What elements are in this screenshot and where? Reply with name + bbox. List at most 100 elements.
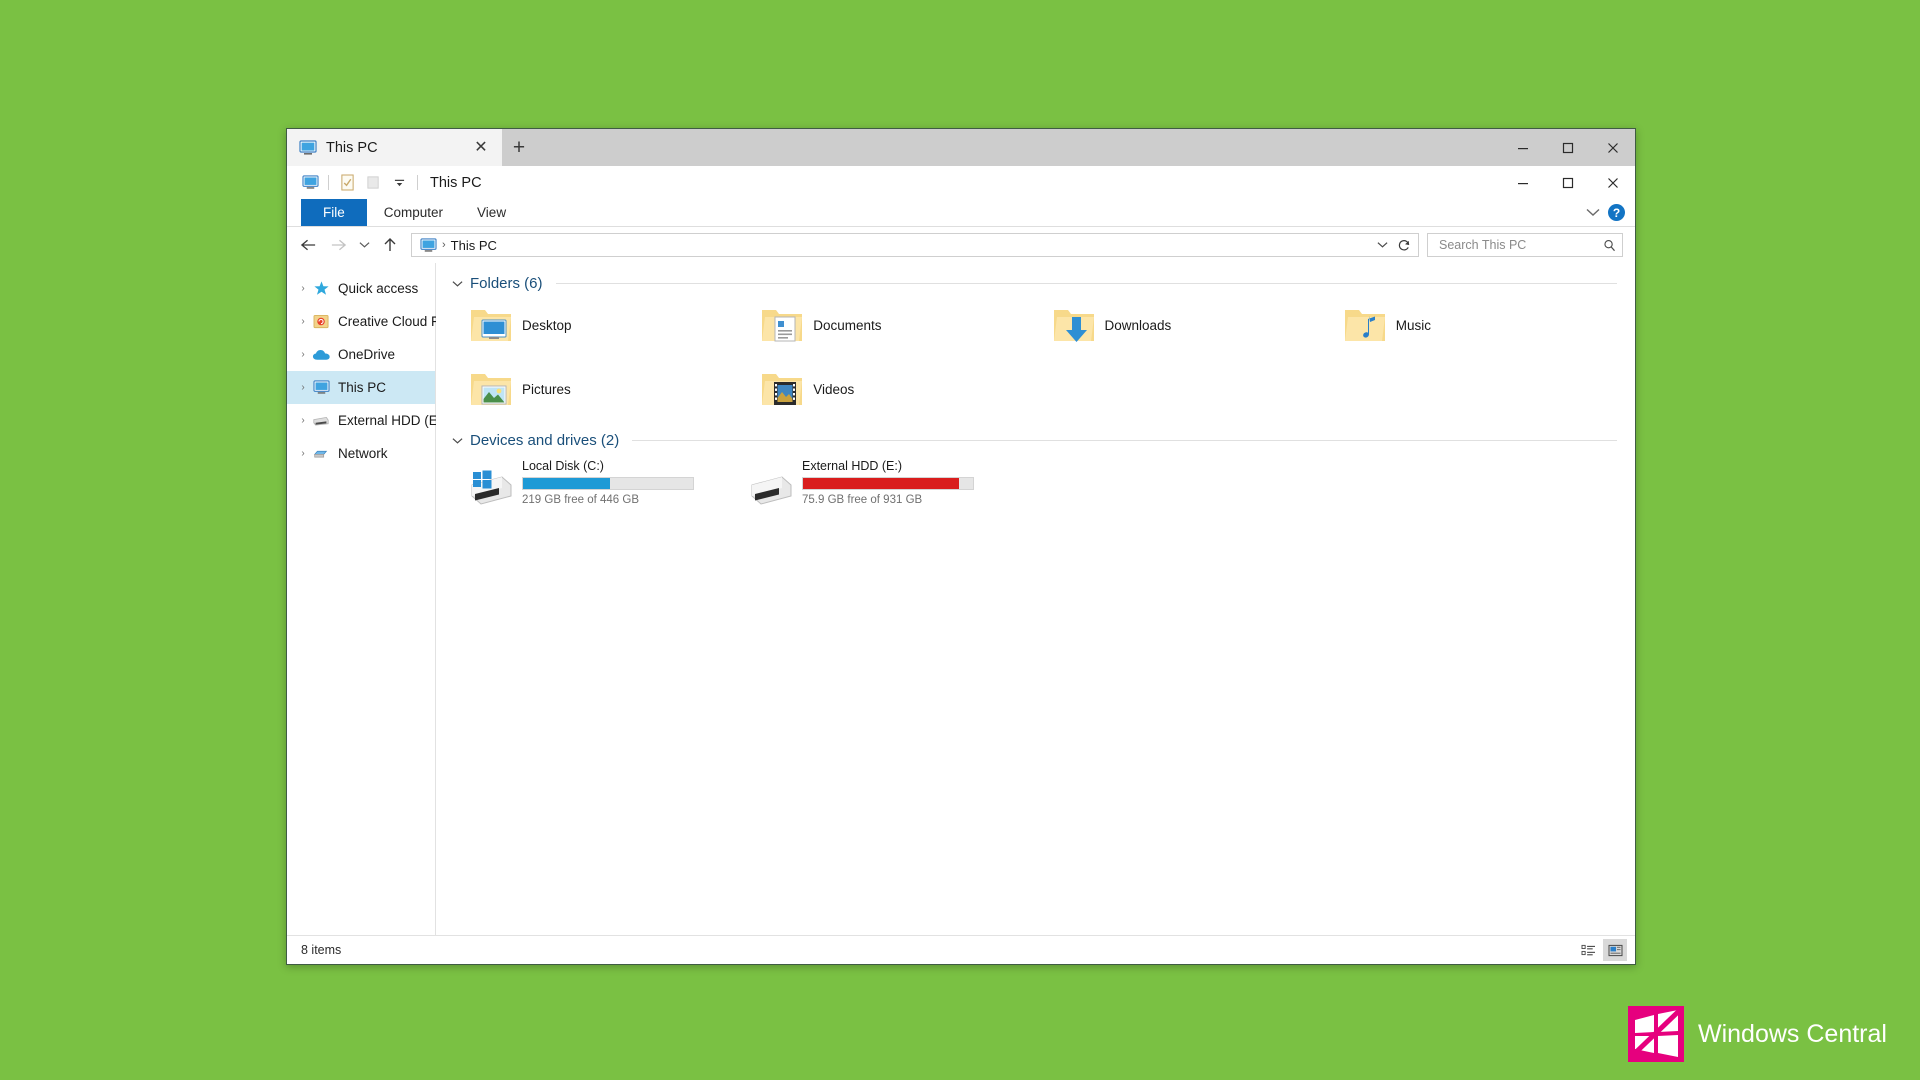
folder-label: Documents: [813, 317, 882, 333]
chevron-right-icon[interactable]: ›: [295, 283, 311, 294]
folders-group-title: Folders (6): [470, 275, 543, 292]
view-toggle-group: [1576, 939, 1627, 961]
explorer-body: › Quick access › Creative Cloud Files › …: [287, 263, 1635, 935]
sidebar-item-label: This PC: [338, 380, 387, 395]
explorer-window: This PC ✕ + This PC File Computer View ?…: [286, 128, 1636, 965]
forward-button[interactable]: [323, 230, 353, 260]
tabbar-maximize-button[interactable]: [1545, 129, 1590, 166]
tab-computer[interactable]: Computer: [367, 199, 460, 226]
drive-item-local-disk-c[interactable]: Local Disk (C:) 219 GB free of 446 GB: [452, 455, 732, 509]
folder-label: Music: [1395, 317, 1432, 333]
quick-access-toolbar: [297, 170, 423, 196]
folder-item-downloads[interactable]: Downloads: [1035, 296, 1326, 354]
chevron-right-icon[interactable]: ›: [295, 448, 311, 459]
breadcrumb-item-this-pc[interactable]: This PC: [451, 238, 497, 253]
sidebar-item-label: External HDD (E:): [338, 413, 447, 428]
breadcrumb-separator: ›: [442, 239, 446, 251]
this-pc-icon: [311, 379, 331, 397]
chevron-right-icon[interactable]: ›: [295, 349, 311, 360]
toolbar-divider-2: [417, 175, 418, 190]
tab-label: This PC: [326, 139, 378, 156]
details-view-icon[interactable]: [1576, 939, 1600, 961]
folder-label: Videos: [813, 381, 855, 397]
drive-usage-fill: [523, 478, 610, 489]
drive-usage-fill: [803, 478, 960, 489]
tab-strip: This PC ✕ +: [287, 129, 1635, 166]
tab-view[interactable]: View: [460, 199, 523, 226]
up-button[interactable]: [375, 230, 405, 260]
customize-dropdown-icon[interactable]: [386, 170, 412, 196]
watermark: Windows Central: [1628, 1006, 1887, 1062]
sidebar-item-this-pc[interactable]: › This PC: [287, 371, 435, 404]
chevron-down-icon[interactable]: [1586, 205, 1600, 220]
sidebar-item-network[interactable]: › Network: [287, 437, 435, 470]
folder-item-music[interactable]: Music: [1326, 296, 1617, 354]
chevron-right-icon[interactable]: ›: [295, 415, 311, 426]
search-box[interactable]: [1427, 233, 1623, 257]
watermark-text: Windows Central: [1698, 1019, 1887, 1048]
folder-music-icon: [1342, 304, 1388, 346]
back-button[interactable]: [293, 230, 323, 260]
folder-item-pictures[interactable]: Pictures: [452, 360, 743, 418]
search-input[interactable]: [1437, 237, 1603, 253]
sidebar-item-external-hdd[interactable]: › External HDD (E:): [287, 404, 446, 437]
onedrive-cloud-icon: [311, 346, 331, 364]
new-folder-icon[interactable]: [360, 170, 386, 196]
tabbar-close-button[interactable]: [1590, 129, 1635, 166]
sidebar-item-quick-access[interactable]: › Quick access: [287, 272, 435, 305]
tab-this-pc[interactable]: This PC ✕: [287, 129, 502, 166]
file-list-pane: Folders (6) Desktop Documents Downloads …: [436, 263, 1635, 935]
drives-group-title: Devices and drives (2): [470, 432, 620, 449]
chevron-right-icon[interactable]: ›: [295, 316, 311, 327]
sidebar-item-onedrive[interactable]: › OneDrive: [287, 338, 435, 371]
external-drive-icon: [746, 463, 796, 509]
tab-file[interactable]: File: [301, 199, 367, 226]
drive-info: External HDD (E:) 75.9 GB free of 931 GB: [802, 455, 974, 509]
group-divider: [555, 283, 1617, 284]
sidebar-item-label: OneDrive: [338, 347, 396, 362]
folder-documents-icon: [759, 304, 805, 346]
address-dropdown-icon[interactable]: [1371, 234, 1393, 256]
folder-videos-icon: [759, 368, 805, 410]
drive-item-external-hdd-e[interactable]: External HDD (E:) 75.9 GB free of 931 GB: [732, 455, 1012, 509]
maximize-button[interactable]: [1545, 166, 1590, 199]
folder-item-desktop[interactable]: Desktop: [452, 296, 743, 354]
refresh-icon[interactable]: [1393, 234, 1415, 256]
creative-cloud-icon: [311, 313, 331, 331]
this-pc-icon: [420, 237, 437, 253]
recent-locations-button[interactable]: [353, 230, 375, 260]
this-pc-icon[interactable]: [297, 170, 323, 196]
sidebar-item-creative-cloud-files[interactable]: › Creative Cloud Files: [287, 305, 459, 338]
folder-item-documents[interactable]: Documents: [743, 296, 1034, 354]
minimize-button[interactable]: [1500, 166, 1545, 199]
network-icon: [311, 445, 331, 463]
windows-central-logo-icon: [1628, 1006, 1684, 1062]
new-tab-button[interactable]: +: [502, 129, 536, 166]
address-bar[interactable]: › This PC: [411, 233, 1419, 257]
chevron-down-icon[interactable]: [452, 277, 463, 291]
large-icons-view-icon[interactable]: [1603, 939, 1627, 961]
hard-drive-icon: [311, 412, 331, 430]
folder-downloads-icon: [1051, 304, 1097, 346]
navigation-pane: › Quick access › Creative Cloud Files › …: [287, 263, 460, 935]
drives-group-header[interactable]: Devices and drives (2): [452, 432, 1617, 449]
drive-free-space: 75.9 GB free of 931 GB: [802, 494, 923, 506]
group-divider: [632, 440, 1617, 441]
folders-group-header[interactable]: Folders (6): [452, 275, 1617, 292]
ribbon-right-controls: ?: [1586, 199, 1635, 226]
folder-desktop-icon: [468, 304, 514, 346]
folder-item-videos[interactable]: Videos: [743, 360, 1034, 418]
breadcrumb[interactable]: › This PC: [420, 238, 1371, 253]
tabbar-minimize-button[interactable]: [1500, 129, 1545, 166]
help-icon[interactable]: ?: [1608, 204, 1625, 221]
chevron-down-icon[interactable]: [452, 434, 463, 448]
folder-label: Desktop: [522, 317, 572, 333]
window-title: This PC: [430, 174, 482, 191]
properties-icon[interactable]: [334, 170, 360, 196]
tab-close-button[interactable]: ✕: [470, 137, 492, 159]
search-icon[interactable]: [1603, 239, 1616, 252]
chevron-right-icon[interactable]: ›: [295, 382, 311, 393]
drives-grid: Local Disk (C:) 219 GB free of 446 GB Ex…: [452, 455, 1617, 509]
ribbon-tab-bar: File Computer View ?: [287, 199, 1635, 227]
close-button[interactable]: [1590, 166, 1635, 199]
